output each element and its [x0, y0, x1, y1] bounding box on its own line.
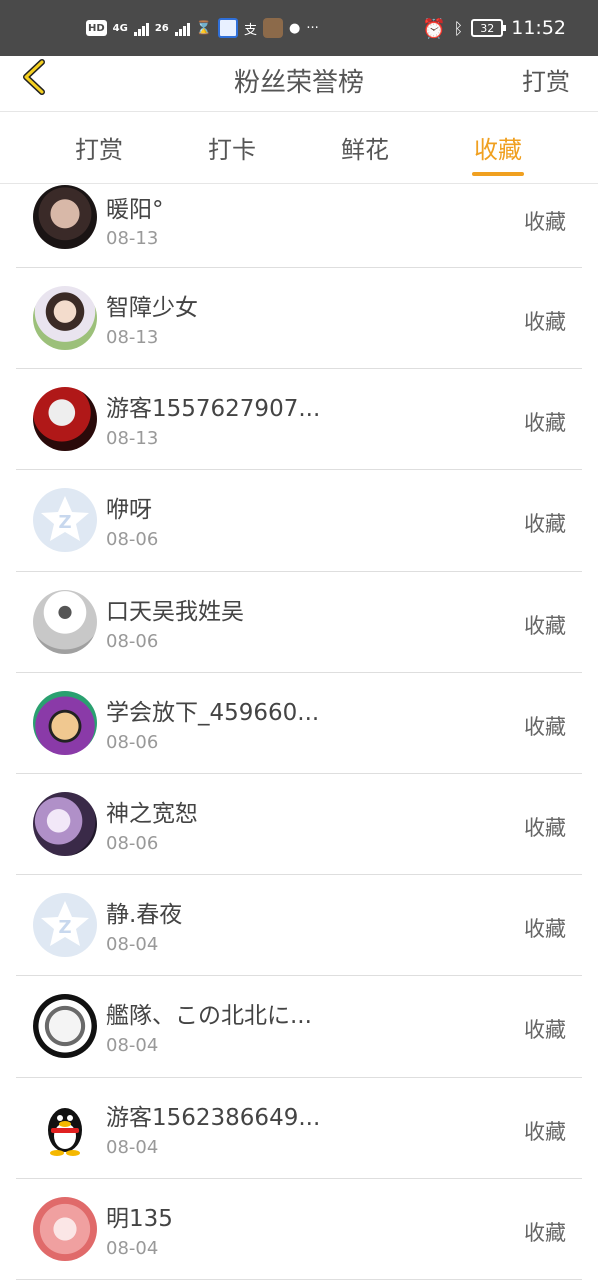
avatar	[33, 185, 97, 249]
list-item[interactable]: 游客1557627907... 08-13 收藏	[16, 369, 582, 471]
signal-icon	[133, 20, 149, 36]
active-tab-indicator	[472, 172, 524, 176]
status-bar: HD 4G 26 ⌛ 支 ● ··· ⏰ ᛒ 32 11:52	[0, 0, 598, 56]
fan-name: 咿呀	[106, 497, 152, 524]
avatar	[33, 690, 97, 755]
tab-favorites[interactable]: 收藏	[443, 130, 553, 176]
fan-date: 08-13	[106, 428, 159, 450]
list-item[interactable]: 游客1562386649... 08-04 收藏	[16, 1078, 582, 1179]
network-type-label: 4G	[112, 22, 128, 34]
list-item[interactable]: 神之宽恕 08-06 收藏	[16, 774, 582, 876]
list-item[interactable]: 学会放下_459660... 08-06 收藏	[16, 673, 582, 774]
fan-date: 08-06	[106, 832, 159, 854]
list-item[interactable]: 艦隊、この北北に... 08-04 收藏	[16, 976, 582, 1078]
fan-name: 静.春夜	[106, 902, 183, 929]
fan-name: 口天吴我姓吴	[106, 598, 244, 625]
clock-time: 11:52	[511, 17, 566, 39]
list-item[interactable]: Z 静.春夜 08-04 收藏	[16, 875, 582, 977]
nav-bar: 粉丝荣誉榜 打赏	[0, 56, 598, 112]
fan-action-label: 收藏	[524, 411, 566, 436]
fan-name: 明135	[106, 1205, 173, 1232]
app-notification-icon-2	[262, 18, 283, 38]
bluetooth-icon: ᛒ	[453, 18, 464, 38]
fan-action-label: 收藏	[524, 310, 566, 334]
fan-date: 08-04	[106, 1035, 159, 1057]
fan-name: 艦隊、この北北に...	[106, 1003, 312, 1030]
star-icon: Z	[41, 901, 89, 947]
avatar	[33, 286, 97, 350]
fan-date: 08-06	[106, 529, 159, 551]
list-item[interactable]: 口天吴我姓吴 08-06 收藏	[16, 572, 582, 673]
reward-button[interactable]: 打赏	[522, 62, 570, 97]
avatar	[33, 589, 97, 654]
fan-action-label: 收藏	[524, 917, 566, 942]
avatar	[33, 1196, 97, 1261]
fan-action-label: 收藏	[524, 613, 566, 638]
fan-action-label: 收藏	[524, 1119, 566, 1144]
fan-name: 暖阳°	[106, 197, 164, 223]
signal-icon-2	[174, 20, 190, 36]
list-item[interactable]: 暖阳° 08-13 收藏	[16, 184, 582, 268]
network-type-label-2: 26	[154, 22, 169, 34]
tab-checkin[interactable]: 打卡	[177, 130, 287, 165]
fan-date: 08-04	[106, 934, 159, 956]
fan-action-label: 收藏	[524, 1220, 566, 1245]
fan-list: 暖阳° 08-13 收藏 智障少女 08-13 收藏 游客1557627907.…	[0, 184, 598, 1280]
fan-name: 智障少女	[106, 295, 198, 321]
tab-flowers[interactable]: 鲜花	[310, 130, 420, 165]
tab-favorites-label: 收藏	[474, 136, 522, 164]
hd-icon: HD	[86, 20, 107, 36]
fan-date: 08-13	[106, 327, 159, 348]
chat-bubble-icon: ●	[288, 20, 301, 36]
fan-action-label: 收藏	[524, 1018, 566, 1043]
fan-date: 08-06	[106, 630, 159, 652]
fan-action-label: 收藏	[524, 512, 566, 537]
avatar	[33, 791, 97, 856]
battery-icon: 32	[471, 19, 507, 37]
fan-name: 神之宽恕	[106, 800, 198, 827]
fan-name: 学会放下_459660...	[106, 699, 320, 726]
alipay-icon: 支	[243, 22, 257, 38]
fan-action-label: 收藏	[524, 714, 566, 739]
more-notifications-icon: ···	[306, 20, 319, 36]
status-left-icons: HD 4G 26 ⌛ 支 ● ···	[86, 14, 319, 42]
avatar	[33, 994, 97, 1059]
star-icon: Z	[41, 496, 89, 542]
fan-date: 08-06	[106, 731, 159, 753]
tab-reward[interactable]: 打赏	[44, 130, 154, 165]
list-item[interactable]: 明135 08-04 收藏	[16, 1179, 582, 1280]
fan-date: 08-04	[106, 1237, 159, 1259]
svg-text:Z: Z	[58, 917, 71, 938]
app-notification-icon	[217, 18, 238, 38]
list-item[interactable]: Z 咿呀 08-06 收藏	[16, 470, 582, 572]
list-item[interactable]: 智障少女 08-13 收藏	[16, 268, 582, 370]
hourglass-icon: ⌛	[195, 20, 212, 36]
qq-penguin-icon	[33, 1095, 97, 1160]
status-right-icons: ⏰ ᛒ 32 11:52	[422, 14, 566, 42]
fan-action-label: 收藏	[524, 815, 566, 840]
page-title: 粉丝荣誉榜	[233, 68, 364, 98]
tab-bar: 打赏 打卡 鲜花 收藏	[0, 112, 598, 184]
avatar	[33, 387, 97, 452]
alarm-icon: ⏰	[421, 17, 446, 40]
svg-text:Z: Z	[58, 512, 71, 533]
fan-name: 游客1562386649...	[106, 1104, 321, 1131]
fan-date: 08-04	[106, 1136, 159, 1158]
fan-date: 08-13	[106, 228, 159, 249]
penguin-icon	[48, 1107, 82, 1156]
fan-action-label: 收藏	[524, 210, 566, 234]
fan-name: 游客1557627907...	[106, 396, 321, 423]
default-qzone-icon: Z	[33, 893, 97, 958]
default-qzone-icon: Z	[33, 488, 97, 553]
